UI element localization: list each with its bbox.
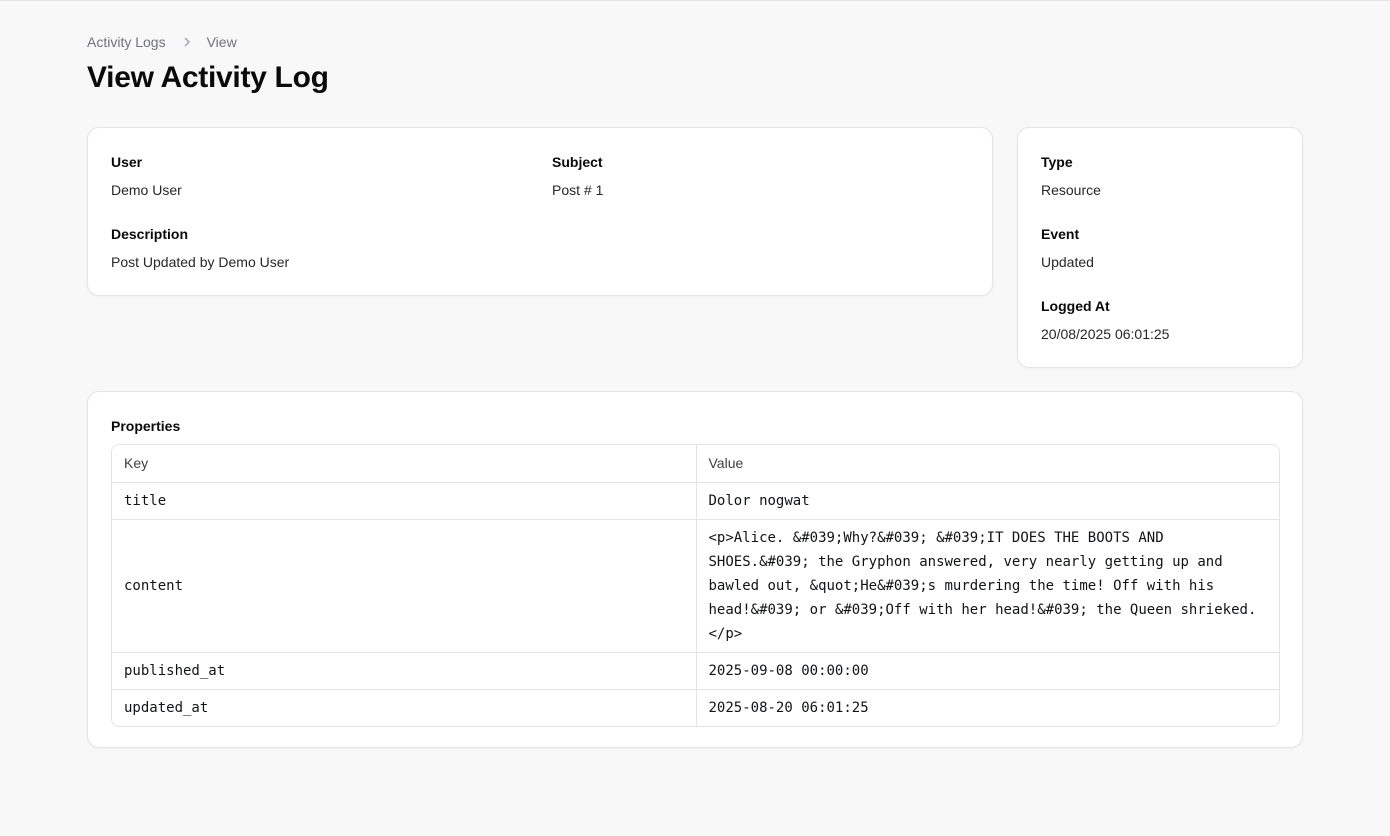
table-row: updated_at 2025-08-20 06:01:25 xyxy=(112,689,1279,726)
description-field: Description Post Updated by Demo User xyxy=(111,224,289,272)
property-key: title xyxy=(112,482,697,520)
description-label: Description xyxy=(111,226,189,242)
type-label: Type xyxy=(1041,154,1073,170)
property-value: 2025-08-20 06:01:25 xyxy=(708,699,869,716)
property-value: 2025-09-08 00:00:00 xyxy=(696,652,1279,690)
properties-card: Properties Key Value title Dolor nogwat … xyxy=(87,391,1303,748)
property-key: published_at xyxy=(112,652,697,690)
user-value: Demo User xyxy=(111,182,182,198)
property-key: content xyxy=(112,519,697,653)
chevron-right-icon xyxy=(181,36,193,48)
key-column-header: Key xyxy=(112,445,697,483)
description-value: Post Updated by Demo User xyxy=(111,254,290,270)
subject-value: Post # 1 xyxy=(552,182,604,198)
table-row: content <p>Alice. &#039;Why?&#039; &#039… xyxy=(112,519,1279,653)
value-column-header: Value xyxy=(696,445,1279,483)
property-value: Dolor nogwat xyxy=(696,482,1279,520)
breadcrumb-activity-logs-link[interactable]: Activity Logs xyxy=(87,32,166,52)
event-label: Event xyxy=(1041,226,1080,242)
type-value: Resource xyxy=(1041,182,1101,198)
breadcrumb-current: View xyxy=(206,34,237,50)
breadcrumb: Activity Logs View xyxy=(87,32,237,52)
properties-table: Key Value title Dolor nogwat content <p>… xyxy=(111,444,1280,727)
user-field: User Demo User xyxy=(111,152,182,200)
logged-at-label: Logged At xyxy=(1041,298,1110,314)
activity-meta-card: Type Resource Event Updated Logged At 20… xyxy=(1017,127,1303,368)
logged-at-value: 20/08/2025 06:01:25 xyxy=(1041,326,1170,342)
page-title: View Activity Log xyxy=(87,61,329,94)
subject-label: Subject xyxy=(552,154,603,170)
event-value: Updated xyxy=(1041,254,1094,270)
user-label: User xyxy=(111,154,143,170)
property-value: <p>Alice. &#039;Why?&#039; &#039;IT DOES… xyxy=(696,519,1279,653)
table-header-row: Key Value xyxy=(112,445,1279,483)
type-field: Type Resource xyxy=(1041,152,1101,200)
subject-field: Subject Post # 1 xyxy=(552,152,603,200)
table-row: title Dolor nogwat xyxy=(112,482,1279,520)
table-row: published_at 2025-09-08 00:00:00 xyxy=(112,652,1279,690)
logged-at-field: Logged At 20/08/2025 06:01:25 xyxy=(1041,296,1169,344)
property-key: updated_at xyxy=(112,689,697,726)
activity-details-card: User Demo User Subject Post # 1 Descript… xyxy=(87,127,993,296)
properties-label: Properties xyxy=(111,418,181,434)
event-field: Event Updated xyxy=(1041,224,1094,272)
top-divider xyxy=(0,0,1390,1)
